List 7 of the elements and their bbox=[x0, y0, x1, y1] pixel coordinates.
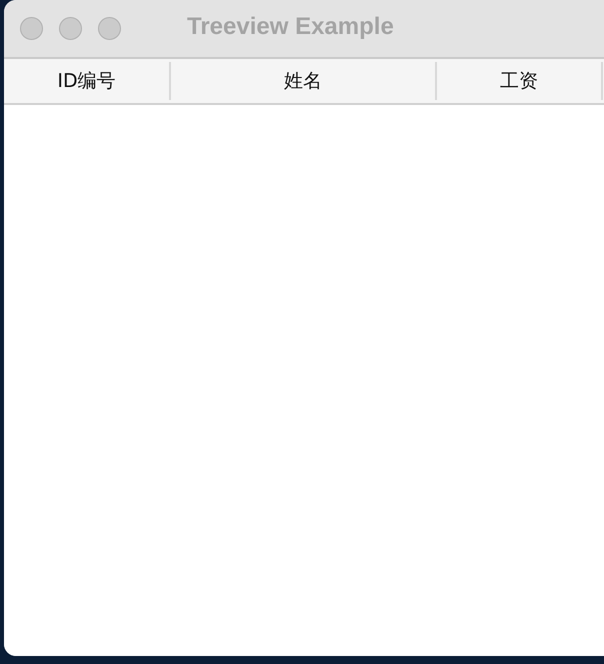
column-header[interactable]: ID编号 bbox=[4, 62, 171, 100]
column-header[interactable]: 姓名 bbox=[171, 62, 437, 100]
column-header[interactable]: 工资 bbox=[437, 62, 603, 100]
close-button[interactable] bbox=[20, 17, 43, 40]
zoom-button[interactable] bbox=[98, 17, 121, 40]
window-title: Treeview Example bbox=[187, 13, 394, 41]
minimize-button[interactable] bbox=[59, 17, 82, 40]
